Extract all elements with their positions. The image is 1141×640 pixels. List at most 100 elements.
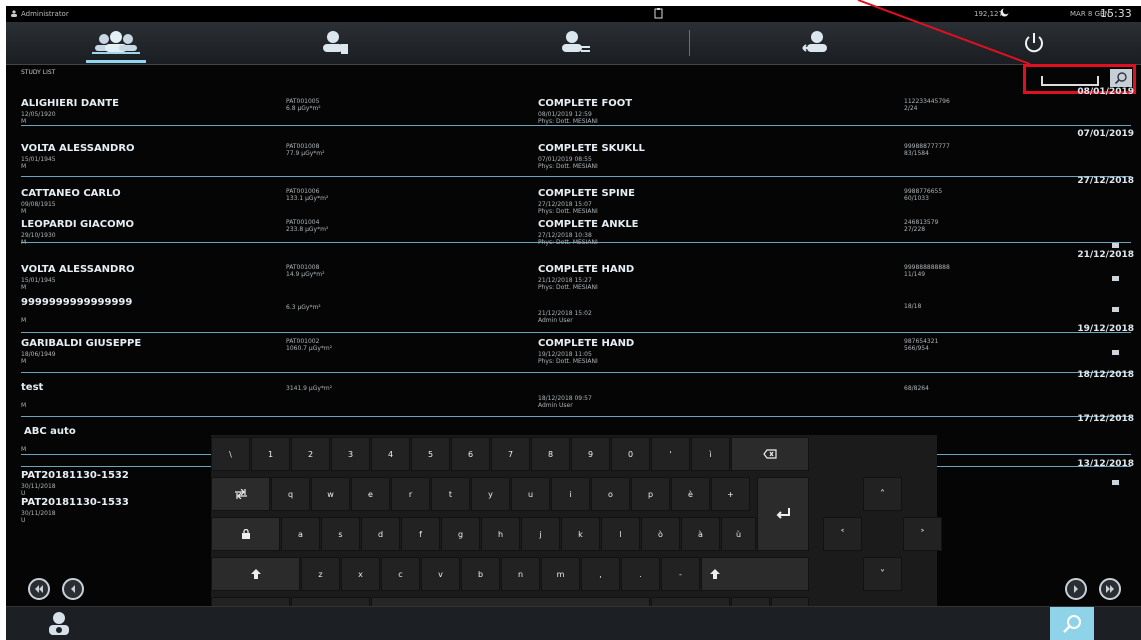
backspace-key[interactable] [731, 437, 809, 471]
accession-number: 999888888888 [904, 264, 950, 271]
patient-id: PAT001008 [286, 264, 320, 271]
key[interactable]: r [391, 477, 430, 511]
patient-name: LEOPARDI GIACOMO [21, 219, 135, 230]
last-page-button[interactable] [1099, 578, 1121, 600]
date-label: 19/12/2018 [1077, 324, 1134, 334]
study-datetime: 27/12/2018 10:38 [538, 232, 592, 239]
key[interactable]: 9 [571, 437, 610, 471]
physician: Admin User [538, 317, 573, 324]
patient-dob: 09/08/1915 [21, 201, 56, 208]
key[interactable]: . [621, 557, 660, 591]
arrow-down-key[interactable]: ˅ [863, 557, 902, 591]
key[interactable]: e [351, 477, 390, 511]
patient-name: 9999999999999999 [21, 297, 133, 308]
study-datetime: 19/12/2018 11:05 [538, 351, 592, 358]
enter-key[interactable] [757, 477, 809, 551]
key[interactable]: \ [211, 437, 250, 471]
arrow-left-key[interactable]: ˂ [823, 517, 862, 551]
key[interactable]: 2 [291, 437, 330, 471]
dose-value: 233.8 µGy*m² [286, 226, 329, 233]
patient-name: GARIBALDI GIUSEPPE [21, 338, 142, 349]
patient-dob: 12/05/1920 [21, 111, 56, 118]
key[interactable]: c [381, 557, 420, 591]
image-count: 566/954 [904, 345, 929, 352]
key[interactable]: z [301, 557, 340, 591]
key[interactable]: v [421, 557, 460, 591]
shift-left-key[interactable] [211, 557, 300, 591]
physician: Admin User [538, 402, 573, 409]
key[interactable]: ' [651, 437, 690, 471]
search-icon [1063, 615, 1081, 633]
key[interactable]: t [431, 477, 470, 511]
shift-right-key[interactable] [701, 557, 809, 591]
study-datetime: 27/12/2018 15:07 [538, 201, 592, 208]
key[interactable]: y [471, 477, 510, 511]
date-label: 17/12/2018 [1077, 414, 1134, 424]
search-panel-button[interactable] [1050, 607, 1094, 640]
first-page-button[interactable] [28, 578, 50, 600]
key[interactable]: ù [721, 517, 756, 551]
key[interactable]: d [361, 517, 400, 551]
key[interactable]: j [521, 517, 560, 551]
key[interactable]: o [591, 477, 630, 511]
key[interactable]: 3 [331, 437, 370, 471]
key[interactable]: u [511, 477, 550, 511]
key[interactable]: k [561, 517, 600, 551]
key[interactable]: + [711, 477, 750, 511]
key[interactable]: l [601, 517, 640, 551]
key[interactable]: ò [641, 517, 680, 551]
key[interactable]: ì [691, 437, 730, 471]
folder-icon[interactable] [1112, 350, 1119, 355]
physician: Phys: Dott. MESIANI [538, 284, 598, 291]
key[interactable]: 8 [531, 437, 570, 471]
arrow-right-key[interactable]: ˃ [903, 517, 942, 551]
key[interactable]: p [631, 477, 670, 511]
key[interactable]: m [541, 557, 580, 591]
key[interactable]: h [481, 517, 520, 551]
key[interactable]: 0 [611, 437, 650, 471]
key[interactable]: è [671, 477, 710, 511]
key[interactable]: w [311, 477, 350, 511]
key[interactable]: q [271, 477, 310, 511]
divider [21, 332, 1131, 333]
image-count: 68/8264 [904, 385, 929, 392]
key[interactable]: x [341, 557, 380, 591]
date-label: 07/01/2019 [1077, 129, 1134, 139]
key[interactable]: g [441, 517, 480, 551]
prev-page-button[interactable] [62, 578, 84, 600]
folder-icon[interactable] [1112, 243, 1119, 248]
key[interactable]: à [681, 517, 720, 551]
patient-id: PAT001008 [286, 143, 320, 150]
study-name: COMPLETE SKUKLL [538, 143, 645, 154]
patient-name: PAT20181130-1533 [21, 497, 129, 508]
patient-sex: M [21, 317, 27, 324]
patient-name: ABC auto [24, 426, 76, 437]
tab-key[interactable] [211, 477, 270, 511]
key[interactable]: - [661, 557, 700, 591]
key[interactable]: n [501, 557, 540, 591]
key[interactable]: s [321, 517, 360, 551]
caps-lock-key[interactable] [211, 517, 280, 551]
key[interactable]: 7 [491, 437, 530, 471]
key[interactable]: 6 [451, 437, 490, 471]
patient-sex: M [21, 402, 27, 409]
bottom-toolbar [6, 606, 1141, 640]
key[interactable]: 1 [251, 437, 290, 471]
patient-id: PAT001004 [286, 219, 320, 226]
key[interactable]: i [551, 477, 590, 511]
folder-icon[interactable] [1112, 307, 1119, 312]
key[interactable]: , [581, 557, 620, 591]
arrow-up-key[interactable]: ˄ [863, 477, 902, 511]
patient-sex: U [21, 517, 26, 524]
folder-icon[interactable] [1112, 480, 1119, 485]
key[interactable]: a [281, 517, 320, 551]
key[interactable]: b [461, 557, 500, 591]
next-page-button[interactable] [1065, 578, 1087, 600]
study-name: COMPLETE SPINE [538, 188, 635, 199]
patient-sex: U [21, 490, 26, 497]
key[interactable]: 5 [411, 437, 450, 471]
key[interactable]: 4 [371, 437, 410, 471]
key[interactable]: f [401, 517, 440, 551]
radiology-user-button[interactable] [46, 611, 72, 640]
folder-icon[interactable] [1112, 276, 1119, 281]
